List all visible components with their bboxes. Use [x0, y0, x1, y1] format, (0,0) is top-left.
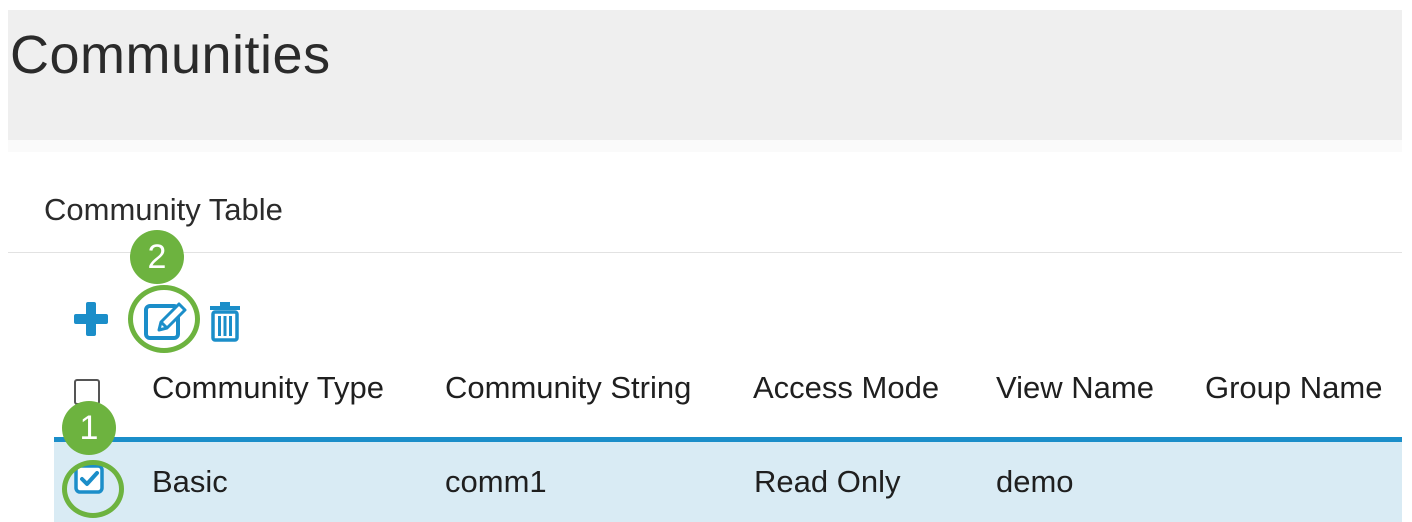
section-divider: [8, 252, 1402, 253]
communities-page: Communities Community Table 2 Community …: [0, 0, 1412, 522]
column-header-community-type[interactable]: Community Type: [152, 370, 384, 406]
cell-community-type: Basic: [152, 464, 228, 499]
checkbox-highlight-ring: [62, 460, 124, 518]
column-header-access-mode[interactable]: Access Mode: [753, 370, 939, 406]
trash-icon[interactable]: [208, 300, 242, 342]
community-table-panel: Community Table 2 Community Type Communi…: [8, 152, 1402, 522]
callout-badge-2: 2: [130, 230, 184, 284]
column-header-community-string[interactable]: Community String: [445, 370, 691, 406]
callout-badge-1: 1: [62, 401, 116, 455]
table-row[interactable]: Basic comm1 Read Only demo: [54, 442, 1402, 522]
page-title: Communities: [10, 25, 331, 85]
page-header: Communities: [8, 10, 1402, 140]
header-spacer: [8, 140, 1402, 152]
plus-icon[interactable]: [72, 300, 110, 338]
column-header-view-name[interactable]: View Name: [996, 370, 1154, 406]
column-header-group-name[interactable]: Group Name: [1205, 370, 1382, 406]
cell-access-mode: Read Only: [754, 464, 901, 499]
cell-community-string: comm1: [445, 464, 547, 499]
section-title: Community Table: [44, 192, 283, 227]
cell-view-name: demo: [996, 464, 1074, 499]
edit-highlight-ring: [128, 285, 200, 353]
table-header-row: Community Type Community String Access M…: [8, 370, 1402, 440]
